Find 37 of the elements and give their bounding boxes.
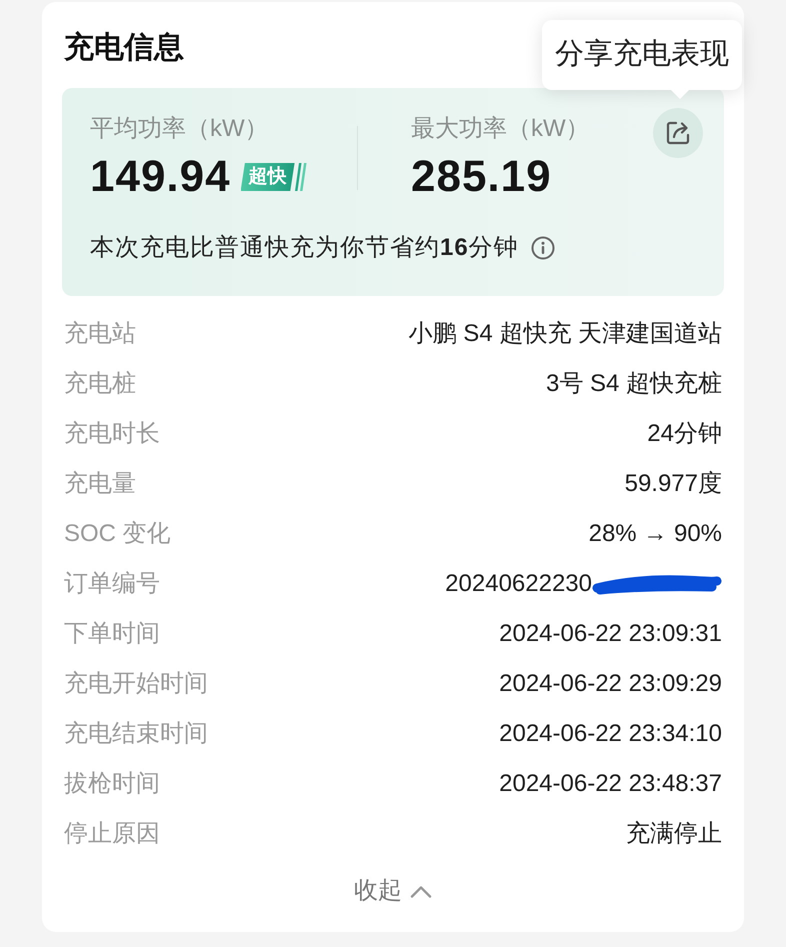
detail-value: 59.977度 <box>624 469 722 499</box>
detail-label: 订单编号 <box>64 569 160 599</box>
savings-note: 本次充电比普通快充为你节省约16分钟 <box>90 233 519 263</box>
stat-value: 149.94 <box>90 152 231 202</box>
detail-value: 28% → 90% <box>588 519 722 549</box>
detail-value: 小鹏 S4 超快充 天津建国道站 <box>408 319 722 349</box>
detail-value: 2024-06-22 23:34:10 <box>499 719 722 749</box>
chevron-up-icon <box>410 884 432 898</box>
detail-value: 2024-06-22 23:09:29 <box>499 669 722 699</box>
share-icon <box>665 120 691 146</box>
detail-label: 充电站 <box>64 319 136 349</box>
detail-label: 拔枪时间 <box>64 769 160 799</box>
detail-value: 3号 S4 超快充桩 <box>546 369 722 399</box>
info-icon <box>530 236 555 260</box>
detail-label: 下单时间 <box>64 619 160 649</box>
tooltip: 分享充电表现 <box>542 20 742 90</box>
section-title: 充电信息 <box>64 30 184 66</box>
detail-label: 充电量 <box>64 469 136 499</box>
detail-label: 充电开始时间 <box>64 669 208 699</box>
stat-value: 285.19 <box>411 152 552 202</box>
share-button[interactable] <box>653 108 703 158</box>
detail-value: 充满停止 <box>626 819 722 849</box>
stripes-icon <box>294 163 307 191</box>
stat-label: 平均功率（kW） <box>90 114 270 144</box>
speed-badge: 超快 <box>240 163 295 191</box>
detail-label: 充电时长 <box>64 419 160 449</box>
detail-value: 2024-06-22 23:48:37 <box>499 769 722 799</box>
detail-label: SOC 变化 <box>64 519 171 549</box>
detail-value: 24分钟 <box>647 419 722 449</box>
tooltip-pointer-icon <box>671 90 689 99</box>
detail-label: 充电桩 <box>64 369 136 399</box>
collapse-button[interactable]: 收起 <box>354 875 432 907</box>
stat-label: 最大功率（kW） <box>411 114 590 144</box>
detail-label: 停止原因 <box>64 819 160 849</box>
detail-value: 20240622230 <box>445 569 592 599</box>
detail-label: 充电结束时间 <box>64 719 208 749</box>
detail-value: 2024-06-22 23:09:31 <box>499 619 722 649</box>
